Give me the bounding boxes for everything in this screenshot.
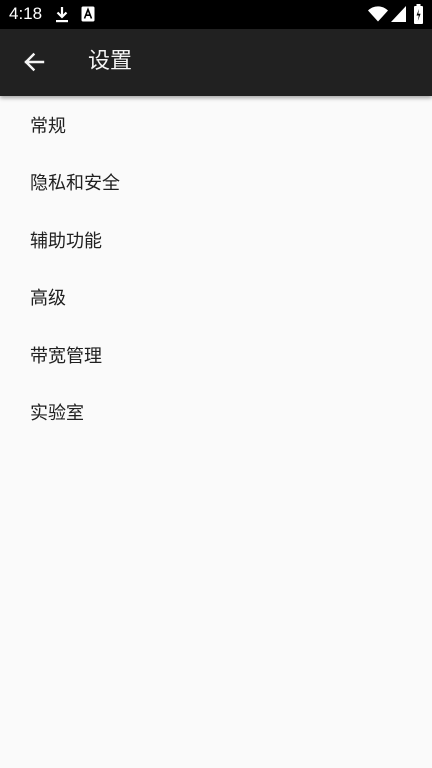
status-bar: 4:18 (0, 0, 432, 29)
settings-item-accessibility[interactable]: 辅助功能 (0, 211, 432, 269)
download-icon (54, 6, 70, 27)
settings-item-label: 常规 (30, 115, 66, 137)
settings-item-label: 高级 (30, 288, 66, 310)
text-app-icon (81, 6, 95, 26)
settings-item-label: 隐私和安全 (30, 173, 120, 195)
settings-item-general[interactable]: 常规 (0, 96, 432, 154)
settings-item-advanced[interactable]: 高级 (0, 269, 432, 327)
settings-item-bandwidth[interactable]: 带宽管理 (0, 326, 432, 384)
cellular-signal-icon (391, 6, 406, 26)
settings-item-label: 实验室 (30, 403, 84, 425)
settings-list: 常规 隐私和安全 辅助功能 高级 带宽管理 实验室 (0, 96, 432, 441)
settings-item-labs[interactable]: 实验室 (0, 384, 432, 442)
settings-item-label: 辅助功能 (30, 230, 102, 252)
settings-item-privacy-security[interactable]: 隐私和安全 (0, 154, 432, 212)
battery-icon (414, 4, 423, 28)
settings-item-label: 带宽管理 (30, 345, 102, 367)
page-title: 设置 (88, 49, 133, 74)
wifi-icon (368, 6, 388, 26)
back-button[interactable] (12, 40, 56, 84)
app-toolbar: 设置 (0, 29, 432, 96)
settings-screen: 4:18 设置 常规 隐私和安全 辅助功能 高级 带宽管理 实验室 (0, 0, 432, 768)
status-time: 4:18 (9, 4, 43, 23)
back-arrow-icon (23, 51, 45, 73)
